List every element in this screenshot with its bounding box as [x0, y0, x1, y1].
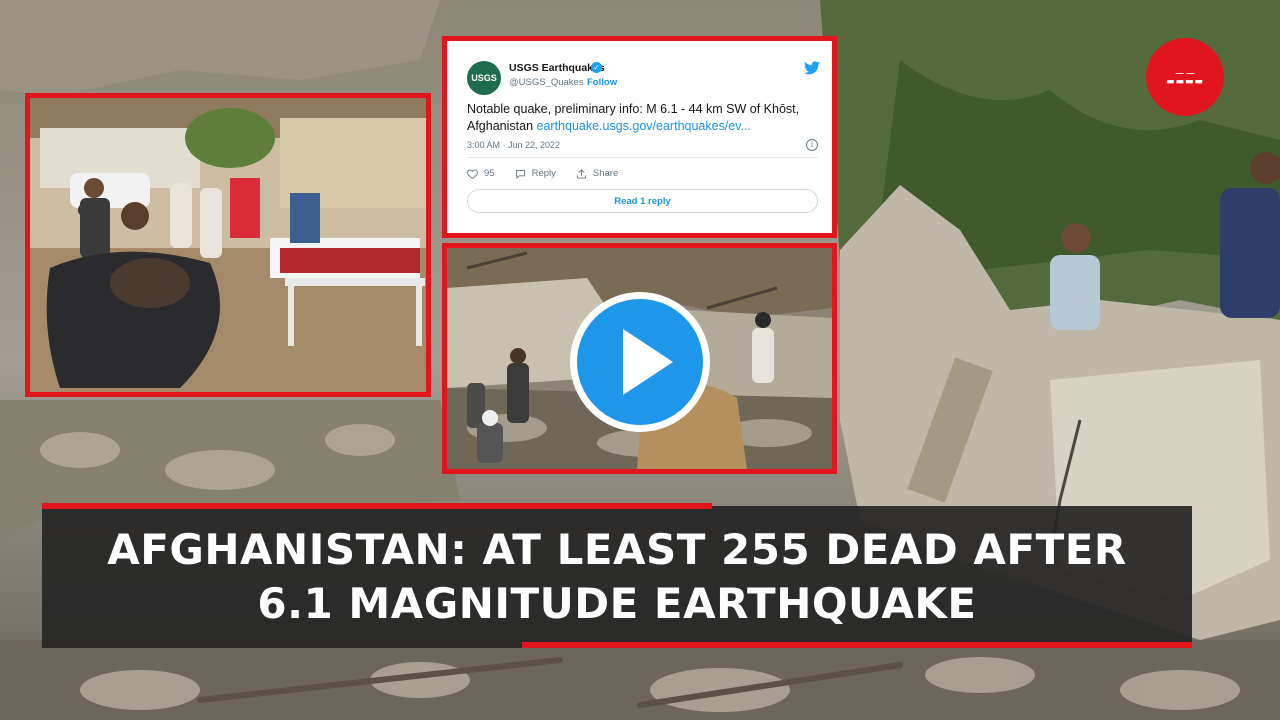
channel-logo[interactable]: ـــ ـــ ▬▬▬▬ [1146, 38, 1224, 116]
reply-icon [515, 169, 525, 179]
info-icon[interactable]: i [806, 139, 818, 151]
usgs-tweet-card[interactable]: USGS USGS Earthquakes ✓ @USGS_Quakes Fol… [442, 36, 837, 238]
tweet-body: Notable quake, preliminary info: M 6.1 -… [467, 101, 827, 135]
banner-accent-bottom [522, 642, 1192, 648]
tweet-handle[interactable]: @USGS_Quakes [509, 77, 584, 88]
usgs-avatar[interactable]: USGS [467, 61, 501, 95]
headline-line-1: AFGHANISTAN: AT LEAST 255 DEAD AFTER [107, 525, 1127, 574]
like-count: 95 [484, 168, 495, 179]
tweet-divider [467, 157, 818, 158]
hospital-courtyard-photo [25, 93, 431, 397]
share-action[interactable]: Share [576, 168, 618, 179]
reply-action[interactable]: Reply [515, 168, 556, 179]
heart-icon [467, 168, 478, 179]
headline-text: AFGHANISTAN: AT LEAST 255 DEAD AFTER 6.1… [42, 523, 1192, 631]
verified-badge-icon: ✓ [591, 62, 602, 73]
twitter-bird-icon[interactable] [804, 61, 820, 75]
reply-label: Reply [531, 168, 556, 179]
share-icon [576, 168, 586, 179]
follow-link[interactable]: Follow [587, 77, 617, 88]
logo-emblem-top: ـــ ـــ [1175, 67, 1195, 77]
banner-accent-top [42, 503, 712, 509]
share-label: Share [592, 168, 619, 179]
play-icon[interactable] [567, 289, 713, 435]
tweet-link[interactable]: earthquake.usgs.gov/earthquakes/ev... [537, 119, 752, 133]
like-action[interactable]: 95 [467, 168, 495, 179]
headline-line-2: 6.1 MAGNITUDE EARTHQUAKE [257, 579, 977, 628]
tweet-actions: 95 Reply Share [467, 168, 618, 179]
tweet-timestamp[interactable]: 3:00 AM · Jun 22, 2022 [467, 140, 560, 150]
logo-emblem-bottom: ▬▬▬▬ [1165, 77, 1204, 87]
read-replies-button[interactable]: Read 1 reply [467, 189, 818, 213]
